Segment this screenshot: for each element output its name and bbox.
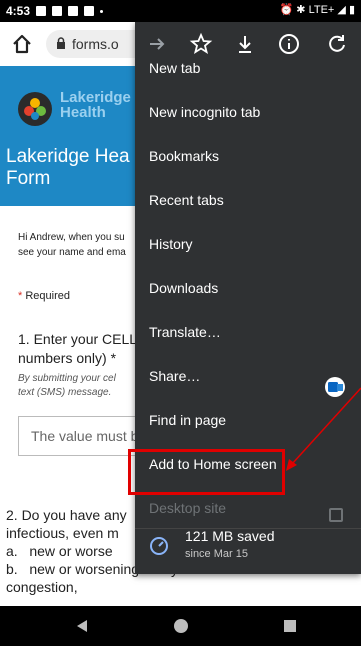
recents-square-icon bbox=[284, 620, 296, 632]
back-triangle-icon bbox=[77, 620, 87, 632]
android-nav-bar bbox=[0, 606, 361, 646]
home-circle-icon bbox=[174, 619, 188, 633]
home-nav-button[interactable] bbox=[173, 618, 189, 634]
back-button[interactable] bbox=[74, 618, 90, 634]
annotation-arrow bbox=[286, 387, 361, 471]
recents-button[interactable] bbox=[283, 619, 297, 633]
